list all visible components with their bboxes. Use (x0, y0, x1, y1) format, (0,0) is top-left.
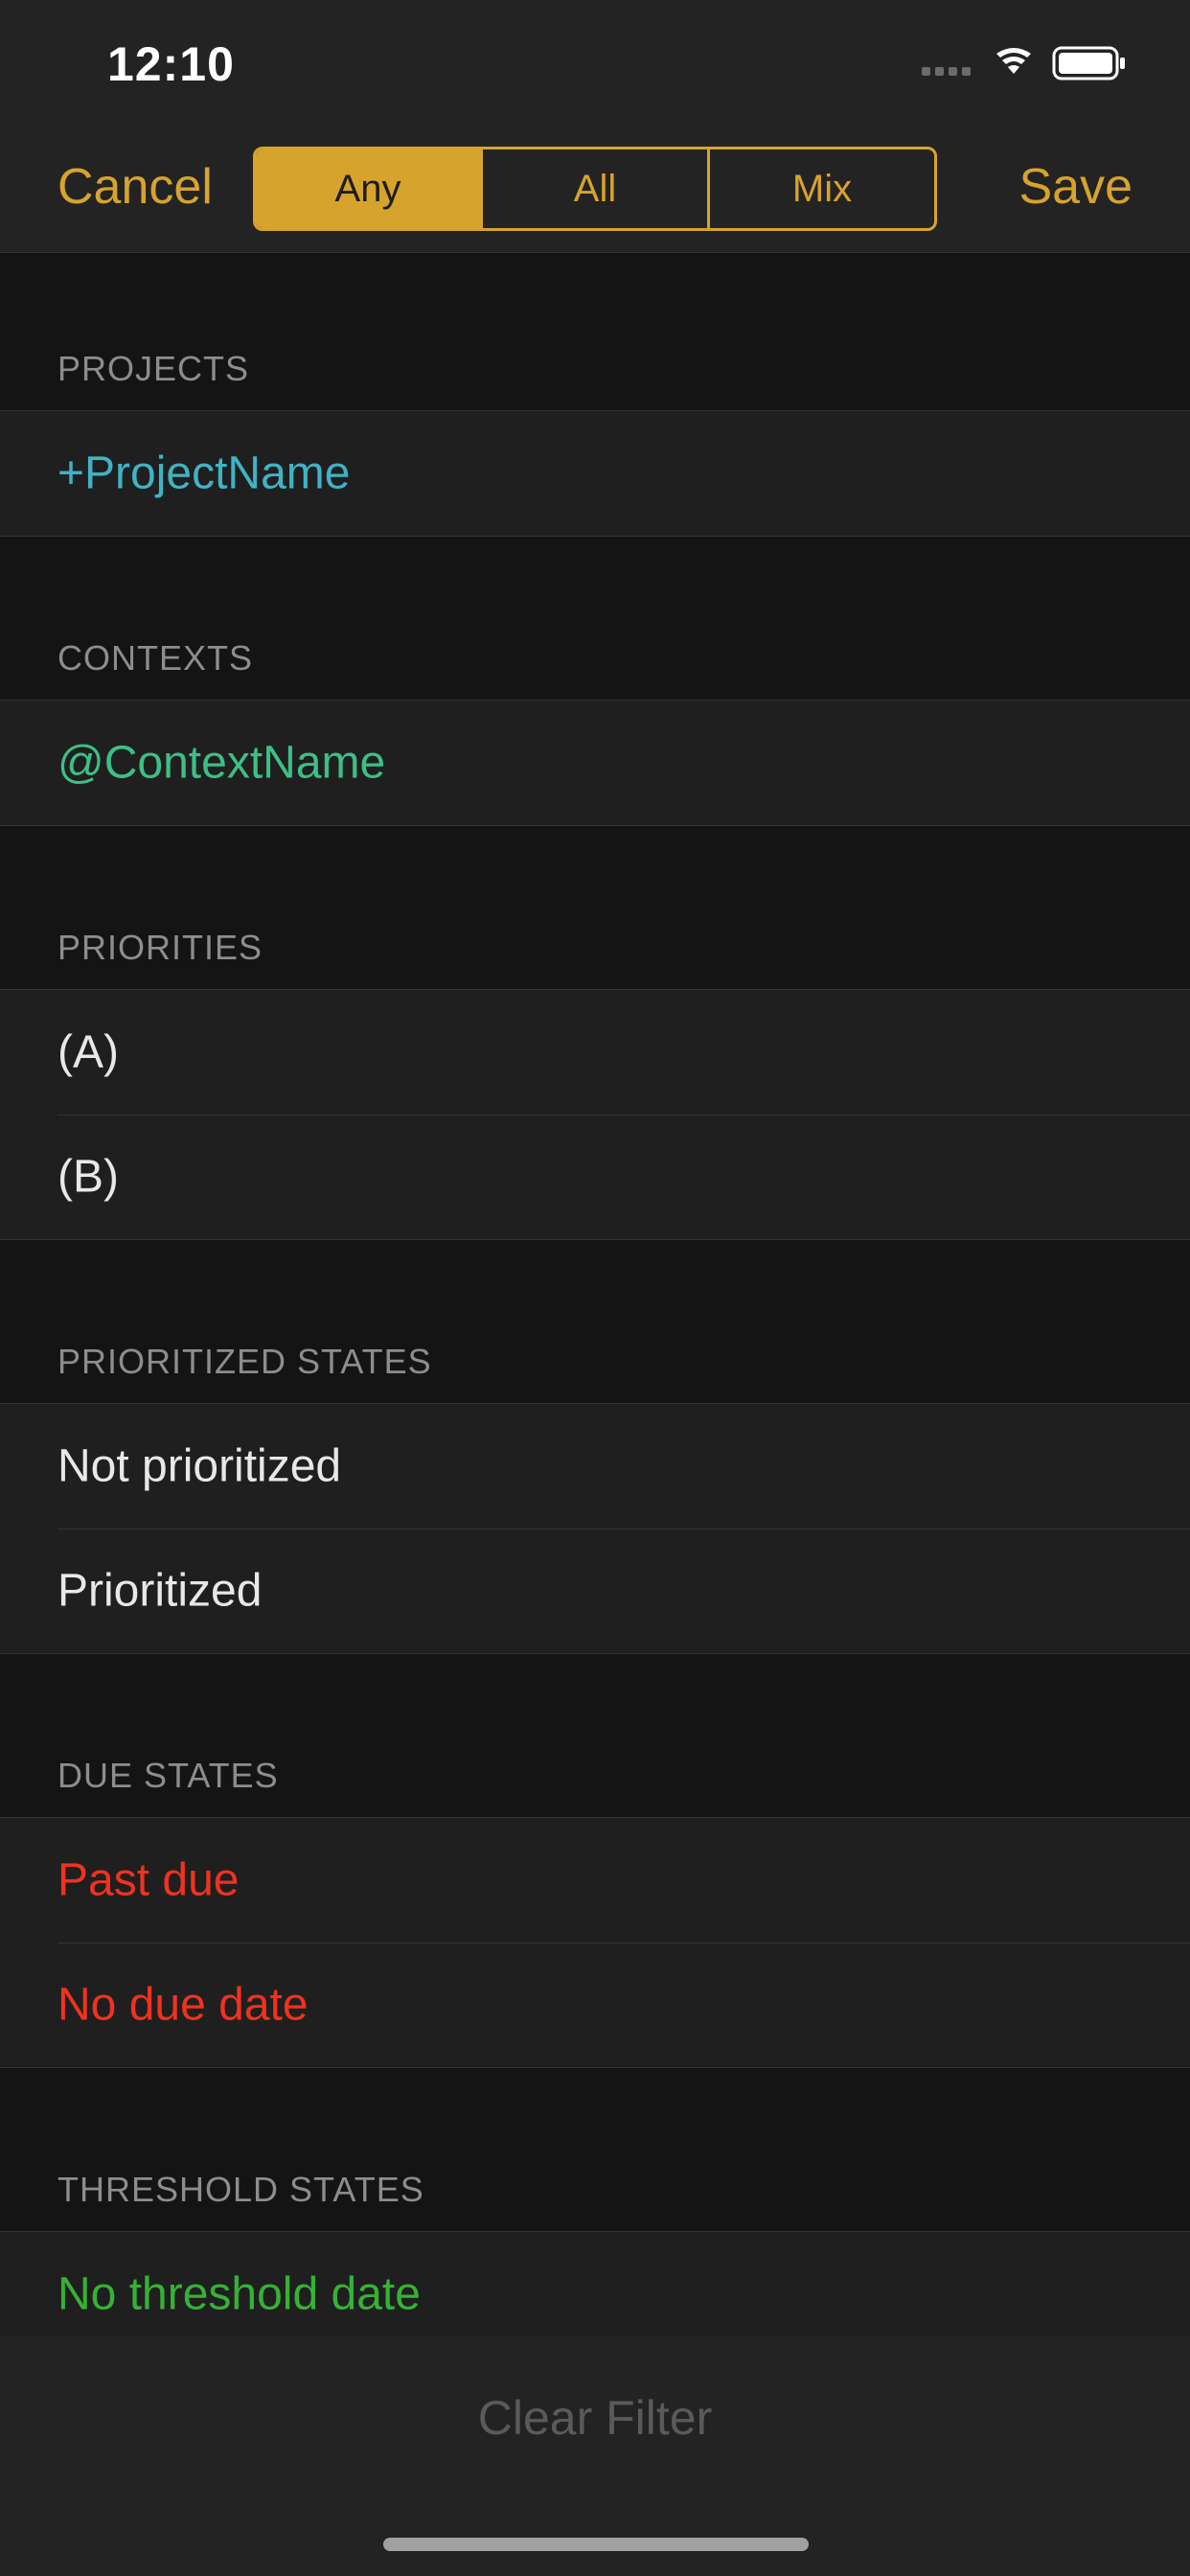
section-title: PRIORITIES (57, 928, 263, 967)
section-title: THRESHOLD STATES (57, 2170, 424, 2209)
home-indicator[interactable] (383, 2538, 809, 2551)
status-indicators-icon (922, 46, 1125, 80)
cancel-button[interactable]: Cancel (57, 158, 213, 216)
section-title: DUE STATES (57, 1756, 279, 1795)
item-label: +ProjectName (57, 448, 351, 499)
cellular-signal-icon (922, 67, 971, 76)
match-mode-segmented-control: Any All Mix (253, 147, 937, 231)
priorities-group: (A) (B) (0, 989, 1190, 1240)
segment-any[interactable]: Any (256, 150, 480, 228)
item-label: (B) (57, 1151, 119, 1203)
segment-mix[interactable]: Mix (707, 150, 934, 228)
section-header-projects: PROJECTS (0, 253, 1190, 410)
battery-icon (1052, 46, 1125, 80)
status-bar: 12:10 (0, 0, 1190, 129)
list-item-no-due-date[interactable]: No due date (0, 1943, 1190, 2068)
due-states-group: Past due No due date (0, 1817, 1190, 2068)
list-item-priority-b[interactable]: (B) (0, 1115, 1190, 1240)
section-header-priorities: PRIORITIES (0, 826, 1190, 989)
status-icons (922, 44, 1133, 82)
save-button[interactable]: Save (1018, 158, 1133, 216)
item-label: Not prioritized (57, 1440, 342, 1492)
item-label: Past due (57, 1854, 240, 1906)
section-title: CONTEXTS (57, 638, 254, 678)
navigation-bar: Cancel Any All Mix Save (0, 129, 1190, 253)
item-label: @ContextName (57, 737, 386, 789)
contexts-group: @ContextName (0, 700, 1190, 826)
item-label: (A) (57, 1026, 119, 1078)
list-item-priority-a[interactable]: (A) (0, 989, 1190, 1115)
list-item-past-due[interactable]: Past due (0, 1817, 1190, 1943)
projects-group: +ProjectName (0, 410, 1190, 537)
section-title: PROJECTS (57, 349, 250, 388)
list-item-project[interactable]: +ProjectName (0, 410, 1190, 537)
clear-filter-button[interactable]: Clear Filter (0, 2390, 1190, 2446)
wifi-icon (996, 48, 1031, 74)
item-label: No due date (57, 1979, 309, 2031)
section-header-threshold-states: THRESHOLD STATES (0, 2068, 1190, 2231)
item-label: Prioritized (57, 1565, 263, 1617)
section-header-prioritized-states: PRIORITIZED STATES (0, 1240, 1190, 1403)
list-item-prioritized[interactable]: Prioritized (0, 1529, 1190, 1654)
filter-list: PROJECTS +ProjectName CONTEXTS @ContextN… (0, 253, 1190, 2358)
item-label: No threshold date (57, 2268, 421, 2320)
status-time: 12:10 (107, 37, 235, 91)
segment-all[interactable]: All (480, 150, 707, 228)
section-title: PRIORITIZED STATES (57, 1342, 432, 1381)
section-header-contexts: CONTEXTS (0, 537, 1190, 700)
bottom-toolbar: Clear Filter (0, 2336, 1190, 2576)
list-item-context[interactable]: @ContextName (0, 700, 1190, 826)
section-header-due-states: DUE STATES (0, 1654, 1190, 1817)
list-item-not-prioritized[interactable]: Not prioritized (0, 1403, 1190, 1529)
prioritized-states-group: Not prioritized Prioritized (0, 1403, 1190, 1654)
